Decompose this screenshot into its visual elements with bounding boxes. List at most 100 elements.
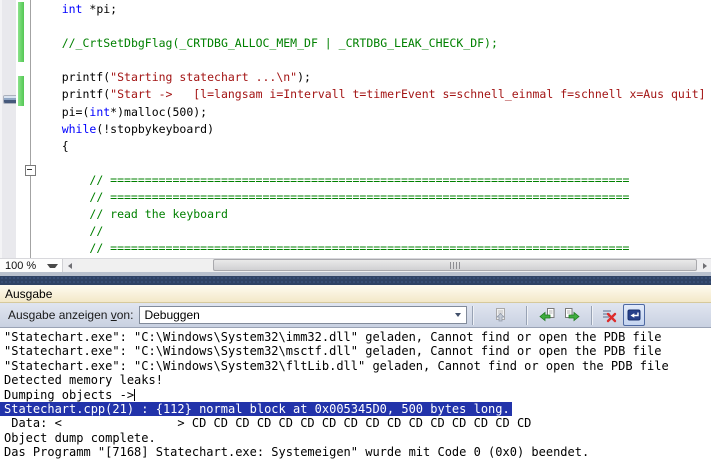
code-line[interactable]: // =====================================… [34,189,711,206]
code-segment: (!stopbykeyboard) [96,122,214,136]
code-segment: ); [297,70,311,84]
document-arrow-right-icon [564,307,580,323]
code-segment: "Starting statechart ...\n" [110,70,297,84]
output-line[interactable]: Object dump complete. [0,431,711,445]
output-line-text: "Statechart.exe": "C:\Windows\System32\m… [4,344,661,358]
output-source-value: Debuggen [140,308,199,322]
toolbar-separator [472,306,474,325]
window-background-band[interactable] [0,276,711,285]
output-line[interactable]: "Statechart.exe": "C:\Windows\System32\i… [0,330,711,344]
arrow-right-icon [703,263,707,269]
code-segment: printf( [34,70,110,84]
text-caret [134,389,135,401]
code-line[interactable]: printf("Start -> [l=langsam i=Intervall … [34,86,711,103]
code-segment: pi=( [34,105,89,119]
change-tracking-bar [18,2,24,62]
zoom-level-value: 100 % [0,260,36,272]
code-segment: // =====================================… [89,241,629,255]
code-segment: // read the keyboard [89,207,227,221]
code-segment [34,2,62,16]
arrow-left-icon [68,263,72,269]
code-segment: *pi; [82,2,117,16]
scrollbar-grip-icon [450,262,460,269]
output-line[interactable]: Data: < > CD CD CD CD CD CD CD CD CD CD … [0,416,711,430]
code-line[interactable]: // =====================================… [34,172,711,189]
chevron-down-icon [455,313,461,317]
output-line-text: "Statechart.exe": "C:\Windows\System32\i… [4,330,661,344]
editor-zoom-select[interactable]: 100 % [0,259,63,272]
output-line[interactable]: "Statechart.exe": "C:\Windows\System32\f… [0,359,711,373]
code-line[interactable] [34,52,711,69]
output-line-text: Object dump complete. [4,431,156,445]
code-segment: // =====================================… [89,173,629,187]
code-editor-pane: int *pi; //_CrtSetDbgFlag(_CRTDBG_ALLOC_… [0,0,711,272]
code-line[interactable]: printf("Starting statechart ...\n"); [34,69,711,86]
editor-bottom-bar: 100 % [0,258,711,272]
code-segment: "Start -> [l=langsam i=Intervall t=timer… [110,87,705,101]
output-tool-window: Ausgabe Ausgabe anzeigen von: Debuggen [0,285,711,472]
output-line-text: Statechart.cpp(21) : {112} normal block … [4,402,510,416]
code-segment [34,224,89,238]
code-segment: printf( [34,87,110,101]
code-line[interactable]: //_CrtSetDbgFlag(_CRTDBG_ALLOC_MEM_DF | … [34,35,711,52]
code-segment: while [62,122,97,136]
output-line[interactable]: Dumping objects -> [0,388,711,402]
code-segment [34,207,89,221]
code-line[interactable]: while(!stopbykeyboard) [34,121,711,138]
output-source-combobox[interactable]: Debuggen [139,306,467,324]
code-segment: int [62,2,83,16]
output-line-text: Das Programm "[7168] Statechart.exe: Sys… [4,445,589,459]
output-line-text: Detected memory leaks! [4,373,163,387]
word-wrap-button[interactable] [623,304,645,326]
goto-message-button[interactable] [489,304,511,326]
code-segment: //_CrtSetDbgFlag(_CRTDBG_ALLOC_MEM_DF | … [62,36,498,50]
word-wrap-return-arrow-icon [626,307,642,323]
output-window-titlebar[interactable]: Ausgabe [0,285,711,303]
collapse-minus-icon [27,169,32,170]
code-line[interactable]: pi=(int*)malloc(500); [34,104,711,121]
change-tracking-bar [18,76,24,106]
toolbar-separator [591,306,593,325]
output-line-text: Data: < > CD CD CD CD CD CD CD CD CD CD … [4,416,531,430]
next-message-button[interactable] [561,304,583,326]
vs-ide-window: int *pi; //_CrtSetDbgFlag(_CRTDBG_ALLOC_… [0,0,711,472]
code-segment: // =====================================… [89,190,629,204]
code-segment: // [89,224,103,238]
code-line[interactable]: // =====================================… [34,240,711,257]
output-line-text: Dumping objects -> [4,388,134,402]
code-line[interactable] [34,18,711,35]
output-window-title: Ausgabe [0,287,52,301]
output-text-area[interactable]: "Statechart.exe": "C:\Windows\System32\i… [0,328,711,472]
code-line[interactable]: // read the keyboard [34,206,711,223]
scroll-right-button[interactable] [698,259,711,272]
code-text-area[interactable]: int *pi; //_CrtSetDbgFlag(_CRTDBG_ALLOC_… [34,1,711,258]
horizontal-scrollbar[interactable] [77,259,697,272]
show-output-from-label: Ausgabe anzeigen von: [8,308,133,322]
code-segment [34,241,89,255]
clear-all-button[interactable] [598,304,620,326]
outlining-margin-line [30,0,31,258]
previous-message-button[interactable] [536,304,558,326]
code-line[interactable] [34,155,711,172]
output-line-text: "Statechart.exe": "C:\Windows\System32\f… [4,359,669,373]
output-toolbar: Ausgabe anzeigen von: Debuggen [0,303,711,328]
code-segment: *)malloc(500); [110,105,207,119]
code-line[interactable]: int *pi; [34,1,711,18]
chevron-down-icon [47,264,58,268]
lines-red-x-icon [601,307,617,323]
code-line[interactable]: // [34,223,711,240]
output-line[interactable]: Detected memory leaks! [0,373,711,387]
code-segment: { [34,139,69,153]
code-segment [34,173,89,187]
output-line[interactable]: Das Programm "[7168] Statechart.exe: Sys… [0,445,711,459]
document-arrow-left-icon [539,307,555,323]
code-line[interactable]: { [34,138,711,155]
combobox-dropdown-button[interactable] [450,307,466,323]
document-up-arrow-icon [492,307,508,323]
output-line[interactable]: "Statechart.exe": "C:\Windows\System32\m… [0,344,711,358]
change-tracking-margin [16,0,26,258]
scroll-left-button[interactable] [63,259,76,272]
scrollbar-thumb[interactable] [213,259,697,271]
code-segment: int [89,105,110,119]
output-line-selected[interactable]: Statechart.cpp(21) : {112} normal block … [0,402,512,416]
